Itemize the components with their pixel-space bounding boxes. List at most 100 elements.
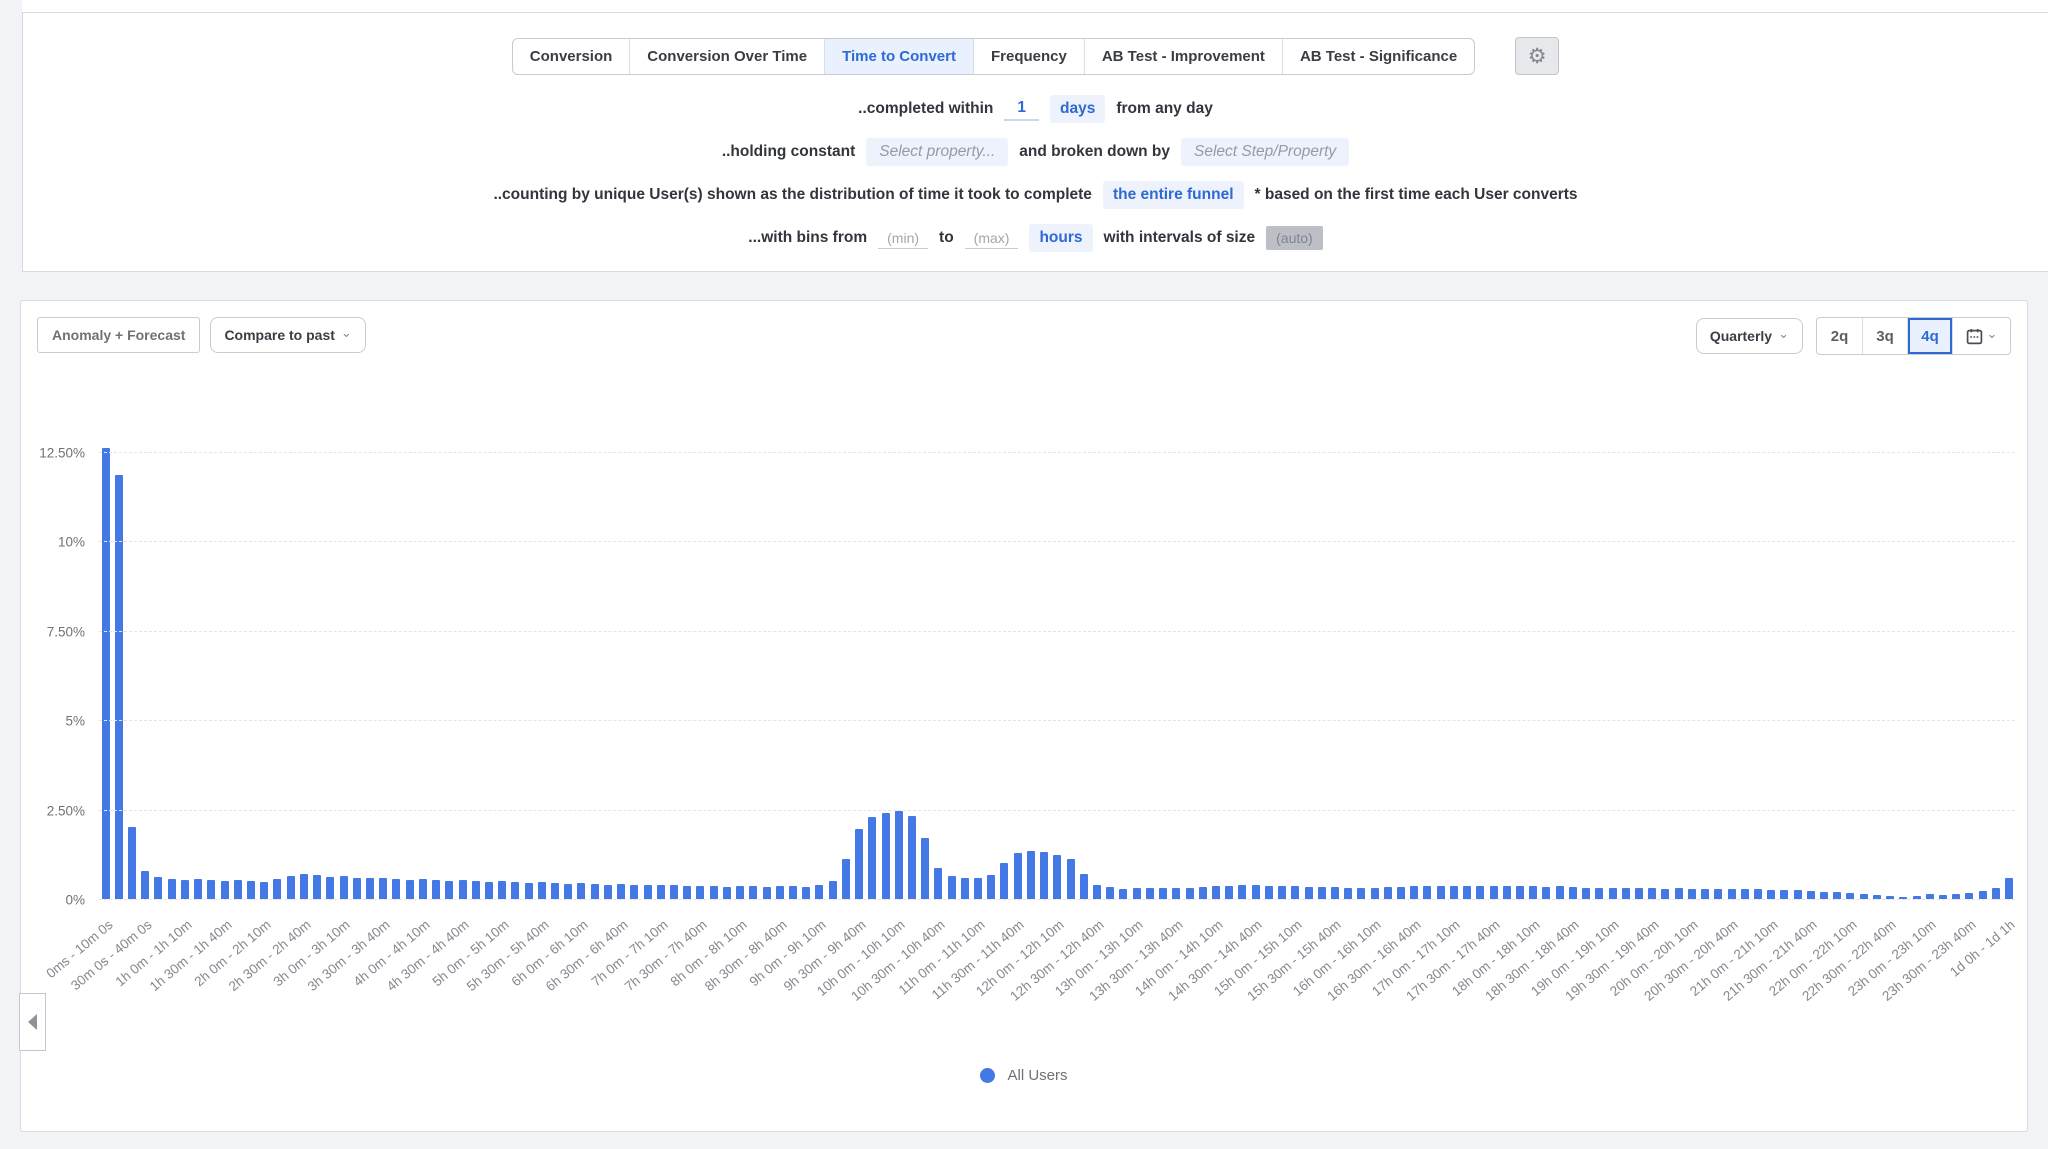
- bar-slot: [1500, 441, 1513, 899]
- bar-slot: [905, 441, 918, 899]
- bar: [498, 881, 506, 899]
- bar: [1714, 889, 1722, 899]
- bar-slot: [985, 441, 998, 899]
- bins-max-field[interactable]: (max): [965, 228, 1019, 249]
- bar: [1053, 855, 1061, 899]
- bar-slot: [258, 441, 271, 899]
- y-axis-tick-label: 5%: [65, 714, 85, 729]
- bar: [1159, 888, 1167, 899]
- x-axis-tick-label: 1h 30m - 1h 40m: [146, 917, 234, 994]
- bar-slot: [324, 441, 337, 899]
- bar: [644, 885, 652, 899]
- bar: [710, 886, 718, 899]
- select-step-property-field[interactable]: Select Step/Property: [1181, 138, 1349, 166]
- bar-slot: [1487, 441, 1500, 899]
- chevron-down-icon: ⌄: [1987, 331, 1998, 337]
- tab-conversion[interactable]: Conversion: [513, 39, 630, 74]
- select-property-field[interactable]: Select property...: [866, 138, 1008, 166]
- bar-slot: [496, 441, 509, 899]
- conversion-window-unit-chip[interactable]: days: [1050, 95, 1105, 123]
- gridline: 7.50%: [99, 631, 2015, 632]
- bins-interval-auto-chip[interactable]: (auto): [1266, 226, 1323, 250]
- bar-slot: [1804, 441, 1817, 899]
- bar-slot: [337, 441, 350, 899]
- bar-slot: [1421, 441, 1434, 899]
- date-range-picker-button[interactable]: ⌄: [1952, 318, 2010, 354]
- bar-slot: [1513, 441, 1526, 899]
- bar-slot: [192, 441, 205, 899]
- tab-conversion-over-time[interactable]: Conversion Over Time: [629, 39, 824, 74]
- range-button-3q[interactable]: 3q: [1862, 318, 1907, 354]
- bar-slot: [1897, 441, 1910, 899]
- bar: [696, 886, 704, 899]
- bar-slot: [575, 441, 588, 899]
- bins-unit-chip[interactable]: hours: [1029, 224, 1092, 252]
- x-axis-tick-label: 13h 30m - 13h 40m: [1086, 917, 1185, 1004]
- compare-to-past-button[interactable]: Compare to past ⌄: [210, 317, 365, 353]
- range-button-2q[interactable]: 2q: [1817, 318, 1862, 354]
- bar: [1093, 885, 1101, 899]
- bar-slot: [244, 441, 257, 899]
- bar-slot: [628, 441, 641, 899]
- bar: [472, 881, 480, 899]
- y-axis-tick-label: 2.50%: [47, 803, 85, 818]
- bar-slot: [205, 441, 218, 899]
- bar-slot: [958, 441, 971, 899]
- bar-slot: [1077, 441, 1090, 899]
- tab-ab-test-significance[interactable]: AB Test - Significance: [1282, 39, 1474, 74]
- bins-to-label: to: [939, 229, 954, 247]
- bar-slot: [1011, 441, 1024, 899]
- x-axis-tick-label: 23h 0m - 23h 10m: [1845, 917, 1939, 999]
- x-axis-tick-label: 16h 30m - 16h 40m: [1324, 917, 1423, 1004]
- bar: [1648, 888, 1656, 899]
- bar-slot: [1302, 441, 1315, 899]
- bar-slot: [1725, 441, 1738, 899]
- tab-time-to-convert[interactable]: Time to Convert: [824, 39, 973, 74]
- bar-slot: [350, 441, 363, 899]
- tab-frequency[interactable]: Frequency: [973, 39, 1084, 74]
- legend-item[interactable]: All Users: [980, 1067, 1067, 1084]
- x-axis-tick-label: 17h 30m - 17h 40m: [1403, 917, 1502, 1004]
- x-axis-tick-label: 13h 0m - 13h 10m: [1052, 917, 1146, 999]
- x-axis-tick-label: 15h 30m - 15h 40m: [1245, 917, 1344, 1004]
- bar: [432, 880, 440, 899]
- x-axis-tick-label: 12h 0m - 12h 10m: [973, 917, 1067, 999]
- bar-slot: [1619, 441, 1632, 899]
- x-axis-tick-label: 5h 0m - 5h 10m: [430, 917, 512, 989]
- bar: [115, 475, 123, 899]
- bar-slot: [231, 441, 244, 899]
- bar: [961, 878, 969, 899]
- x-axis-tick-label: 21h 30m - 21h 40m: [1720, 917, 1819, 1004]
- bar: [1833, 892, 1841, 899]
- granularity-dropdown[interactable]: Quarterly ⌄: [1696, 318, 1803, 354]
- bar-slot: [139, 441, 152, 899]
- entire-funnel-chip[interactable]: the entire funnel: [1103, 181, 1244, 209]
- bar-slot: [443, 441, 456, 899]
- bar-slot: [1183, 441, 1196, 899]
- bar: [273, 879, 281, 899]
- range-button-4q[interactable]: 4q: [1907, 318, 1952, 354]
- bar-slot: [1606, 441, 1619, 899]
- conversion-window-value[interactable]: 1: [1004, 97, 1039, 121]
- anomaly-forecast-button[interactable]: Anomaly + Forecast: [37, 317, 200, 353]
- bar-slot: [1196, 441, 1209, 899]
- bar-slot: [1434, 441, 1447, 899]
- from-any-day-label: from any day: [1116, 100, 1212, 118]
- bar: [1767, 890, 1775, 899]
- bar: [1490, 886, 1498, 899]
- x-axis-tick-label: 10h 0m - 10h 10m: [814, 917, 908, 999]
- bins-min-field[interactable]: (min): [878, 228, 928, 249]
- bar-slot: [1566, 441, 1579, 899]
- bar-slot: [1474, 441, 1487, 899]
- settings-button[interactable]: ⚙: [1515, 37, 1559, 75]
- x-axis-tick-label: 15h 0m - 15h 10m: [1211, 917, 1305, 999]
- bar-slot: [125, 441, 138, 899]
- bar-slot: [562, 441, 575, 899]
- sidebar-collapse-handle[interactable]: [19, 993, 46, 1051]
- tab-ab-test-improvement[interactable]: AB Test - Improvement: [1084, 39, 1282, 74]
- bar-slot: [1685, 441, 1698, 899]
- bar: [1186, 888, 1194, 899]
- bar-slot: [826, 441, 839, 899]
- query-line-completed-within: ..completed within 1 days from any day: [23, 95, 2048, 123]
- bar-slot: [1315, 441, 1328, 899]
